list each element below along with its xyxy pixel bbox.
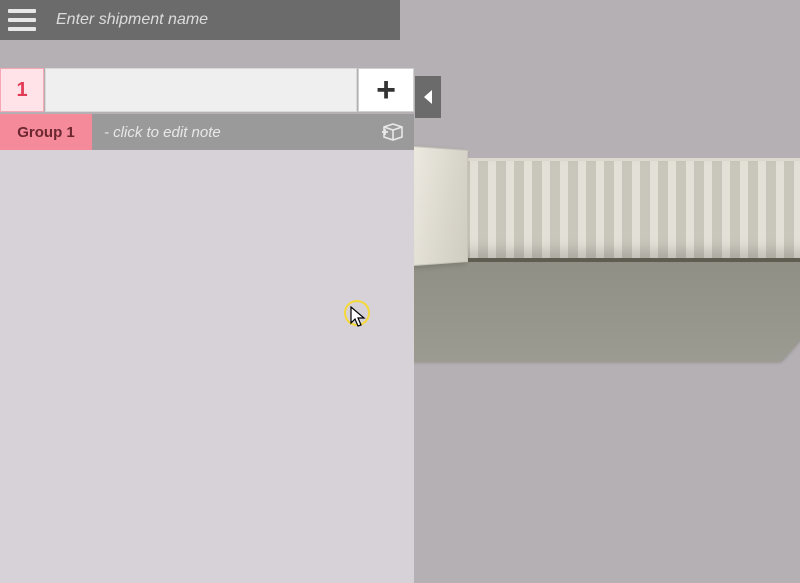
viewport-3d[interactable] <box>414 0 800 583</box>
shipment-name-input[interactable] <box>56 11 392 29</box>
group-note-placeholder: - click to edit note <box>104 124 221 141</box>
group-row: Group 1 - click to edit note <box>0 114 414 150</box>
menu-icon[interactable] <box>8 4 40 36</box>
top-bar <box>0 0 400 40</box>
tab-1[interactable]: 1 <box>0 68 44 112</box>
add-tab-button[interactable]: + <box>358 68 414 112</box>
left-panel-body <box>0 150 414 583</box>
cursor-icon <box>350 306 368 328</box>
tab-row: 1 + <box>0 68 414 112</box>
container-floor <box>414 252 800 362</box>
container-door <box>414 146 468 266</box>
add-box-icon[interactable] <box>380 122 404 142</box>
tab-spacer <box>45 68 357 112</box>
container-wall <box>460 158 800 262</box>
group-note-input[interactable]: - click to edit note <box>92 114 414 150</box>
group-label[interactable]: Group 1 <box>0 114 92 150</box>
